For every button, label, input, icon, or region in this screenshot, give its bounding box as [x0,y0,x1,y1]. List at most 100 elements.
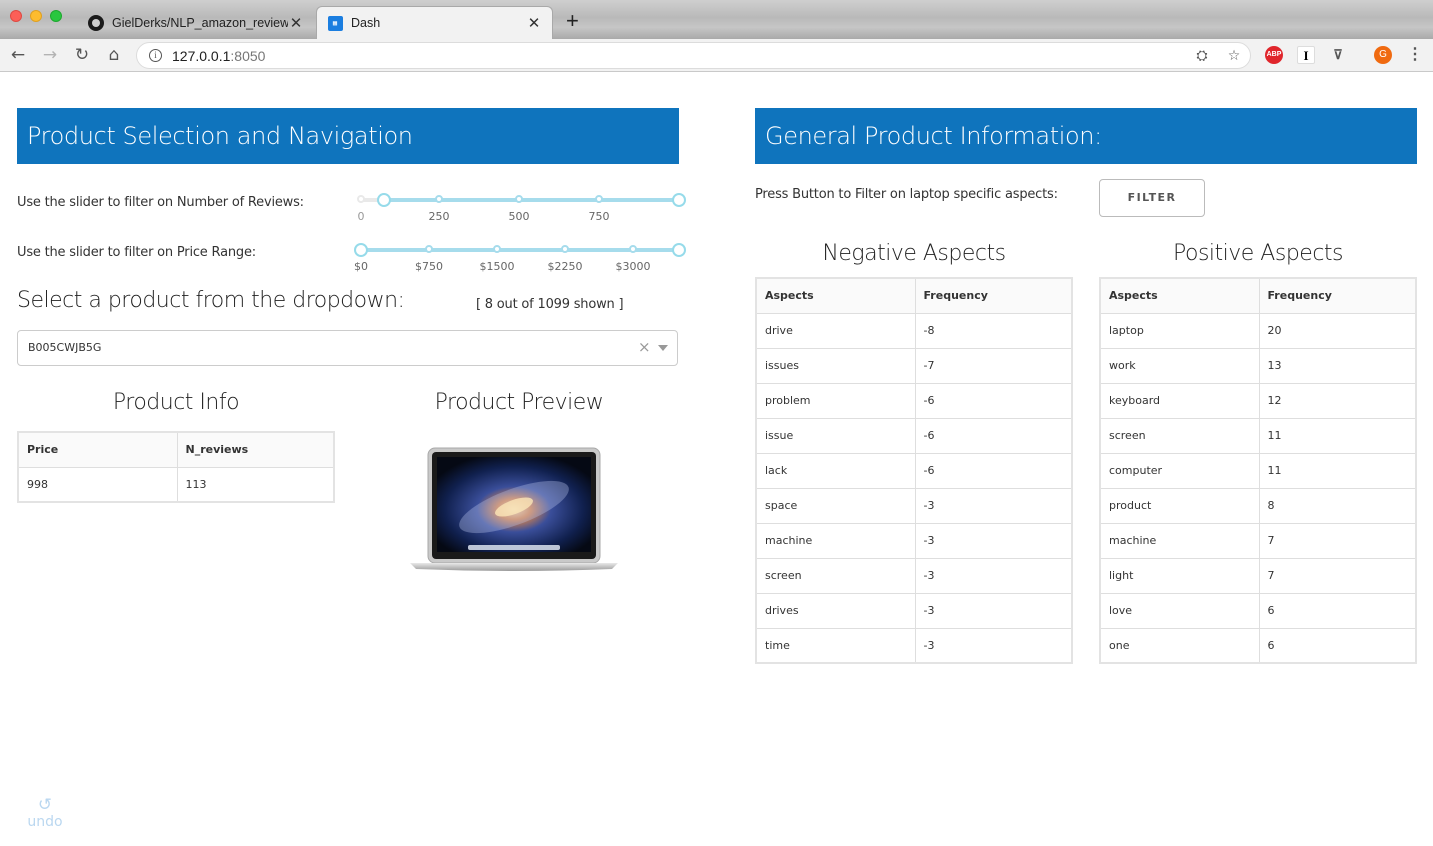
slider-dot [515,195,523,203]
table-cell: product [1099,487,1260,524]
site-info-icon[interactable]: i [149,49,162,62]
general-info-banner: General Product Information: [755,108,1417,164]
table-cell: drive [755,312,916,349]
table-cell: drives [755,592,916,629]
column-header: Price [17,431,178,468]
table-cell: issues [755,347,916,384]
table-cell: love [1099,592,1260,629]
profile-avatar[interactable]: G [1374,46,1392,64]
home-icon[interactable]: ⌂ [103,44,125,66]
forward-icon[interactable]: → [39,44,61,66]
slider-mark: $3000 [615,260,651,273]
tab-dash[interactable]: ▦ Dash ✕ [316,6,553,39]
table-cell: -7 [914,347,1073,384]
dropdown-selected-value: B005CWJB5G [28,341,102,354]
table-cell: 6 [1258,627,1417,664]
product-preview-image [410,447,618,571]
table-cell: 998 [17,466,178,503]
close-tab-icon[interactable]: ✕ [526,14,542,32]
reviews-slider-label: Use the slider to filter on Number of Re… [17,195,304,210]
table-row: space -3 [755,487,1073,524]
bookmark-star-icon[interactable]: ☆ [1226,48,1242,64]
table-row: screen 11 [1099,417,1417,454]
table-cell: -3 [914,522,1073,559]
table-row: keyboard 12 [1099,382,1417,419]
positive-aspects-heading: Positive Aspects [1173,241,1344,266]
slider-mark: 250 [428,210,450,223]
table-cell: -8 [914,312,1073,349]
table-cell: lack [755,452,916,489]
table-cell: laptop [1099,312,1260,349]
slider-dot [629,245,637,253]
table-cell: machine [755,522,916,559]
slider-mark: 500 [508,210,530,223]
table-cell: issue [755,417,916,454]
new-tab-button[interactable]: + [566,8,579,34]
slider-mark: $750 [415,260,443,273]
pocket-icon[interactable]: ⊽ [1329,46,1347,64]
instapaper-icon[interactable]: I [1297,46,1315,64]
table-row: issue -6 [755,417,1073,454]
close-tab-icon[interactable]: ✕ [288,14,304,32]
slider-mark: $2250 [547,260,583,273]
browser-toolbar: ← → ↻ ⌂ i 127.0.0.1:8050 ⛭ ☆ [0,39,1433,72]
filter-prompt: Press Button to Filter on laptop specifi… [755,187,1058,202]
maximize-window-button[interactable] [50,10,62,22]
product-preview-heading: Product Preview [434,390,604,415]
adblock-plus-icon[interactable]: ABP [1265,46,1283,64]
browser-menu-icon[interactable]: ⋮ [1406,46,1424,64]
address-bar[interactable]: i 127.0.0.1:8050 ⛭ ☆ [136,42,1251,69]
slider-handle-low[interactable] [377,193,391,207]
positive-aspects-table: Aspects Frequency laptop 20 work 13 keyboa… [1099,277,1417,664]
slider-handle-low[interactable] [354,243,368,257]
reload-icon[interactable]: ↻ [71,44,93,66]
back-icon[interactable]: ← [7,44,29,66]
table-cell: 113 [176,466,335,503]
table-cell: 7 [1258,522,1417,559]
undo-button[interactable]: ↺ undo [26,796,64,830]
negative-aspects-table: Aspects Frequency drive -8 issues -7 probl… [755,277,1073,664]
table-cell: 12 [1258,382,1417,419]
slider-handle-high[interactable] [672,243,686,257]
table-row: problem -6 [755,382,1073,419]
tab-github[interactable]: GielDerks/NLP_amazon_review ✕ [78,6,314,39]
tab-title: GielDerks/NLP_amazon_review [112,15,288,30]
table-row: product 8 [1099,487,1417,524]
url-text: 127.0.0.1:8050 [172,48,266,64]
table-header-row: Aspects Frequency [1099,277,1417,314]
table-cell: -3 [914,557,1073,594]
clear-selection-icon[interactable]: × [638,338,651,356]
column-header: Frequency [1258,277,1417,314]
product-dropdown[interactable]: B005CWJB5G × [17,330,678,366]
slider-dot [425,245,433,253]
table-cell: problem [755,382,916,419]
table-cell: one [1099,627,1260,664]
table-cell: screen [755,557,916,594]
slider-handle-high[interactable] [672,193,686,207]
browser-titlebar: GielDerks/NLP_amazon_review ✕ ▦ Dash ✕ + [0,0,1433,39]
table-row: work 13 [1099,347,1417,384]
translate-icon[interactable]: ⛭ [1194,48,1210,64]
table-row: drives -3 [755,592,1073,629]
table-row: issues -7 [755,347,1073,384]
table-cell: 20 [1258,312,1417,349]
slider-dot [357,195,365,203]
filter-button[interactable]: FILTER [1099,179,1205,217]
slider-mark: 0 [357,210,365,223]
reviews-slider[interactable]: 0 250 500 750 [357,190,686,223]
minimize-window-button[interactable] [30,10,42,22]
slider-mark: 750 [588,210,610,223]
table-cell: -3 [914,627,1073,664]
table-row: drive -8 [755,312,1073,349]
column-header: Aspects [1099,277,1260,314]
slider-track [384,198,679,202]
table-cell: screen [1099,417,1260,454]
close-window-button[interactable] [10,10,22,22]
slider-dot [435,195,443,203]
chevron-down-icon[interactable] [658,345,668,351]
price-slider[interactable]: $0 $750 $1500 $2250 $3000 [354,240,686,273]
slider-dot [561,245,569,253]
table-cell: 11 [1258,417,1417,454]
dropdown-heading: Select a product from the dropdown: [17,288,405,313]
table-header-row: Aspects Frequency [755,277,1073,314]
